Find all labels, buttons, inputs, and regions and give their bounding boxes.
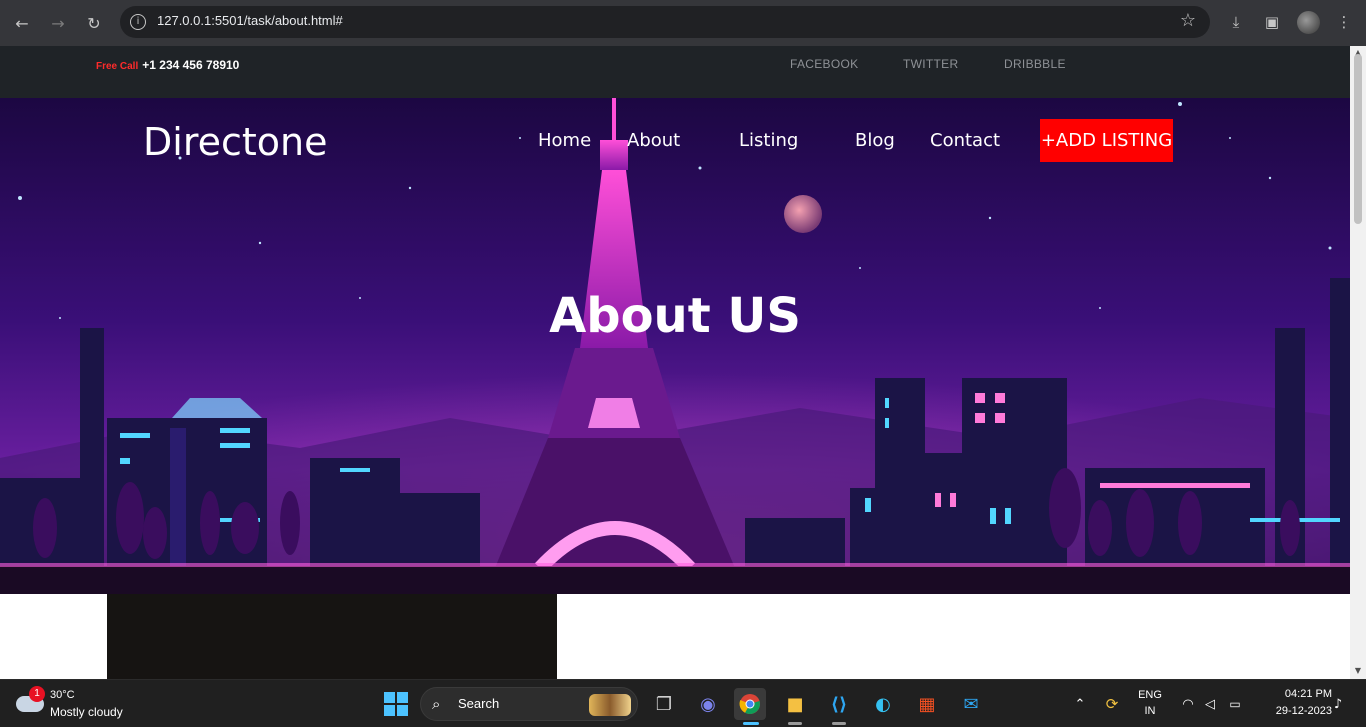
back-icon[interactable]: ←	[10, 11, 34, 35]
twitter-link[interactable]: TWITTER	[903, 57, 958, 71]
reload-icon[interactable]: ↻	[82, 11, 106, 35]
download-icon[interactable]: ⤓	[1224, 10, 1248, 34]
facebook-link[interactable]: FACEBOOK	[790, 57, 858, 71]
dribbble-link[interactable]: DRIBBBLE	[1004, 57, 1066, 71]
weather-condition: Mostly cloudy	[50, 705, 123, 719]
chrome-icon[interactable]	[734, 688, 766, 720]
profile-avatar[interactable]	[1297, 11, 1320, 34]
windows-logo-icon	[384, 692, 408, 716]
windows-taskbar: 1 30°C Mostly cloudy ⌕ Search ❐ ◉ ■ ⟨⟩ ◐…	[0, 679, 1366, 727]
sync-icon[interactable]: ⟳	[1096, 688, 1128, 720]
address-bar[interactable]: i 127.0.0.1:5501/task/about.html# ☆	[120, 6, 1210, 38]
site-logo[interactable]: Directone	[143, 120, 328, 164]
show-hidden-icons-chevron-icon[interactable]: ⌃	[1064, 688, 1096, 720]
side-panel-icon[interactable]: ▣	[1260, 10, 1284, 34]
call-info: Free Call +1 234 456 78910	[96, 56, 239, 74]
nav-blog[interactable]: Blog	[855, 130, 895, 151]
teams-chat-icon[interactable]: ◉	[692, 688, 724, 720]
url-text[interactable]: 127.0.0.1:5501/task/about.html#	[157, 13, 343, 28]
menu-kebab-icon[interactable]: ⋮	[1332, 10, 1356, 34]
nav-home[interactable]: Home	[538, 130, 591, 151]
forward-icon[interactable]: →	[46, 11, 70, 35]
chrome-active-indicator	[743, 722, 759, 725]
scroll-down-icon[interactable]: ▼	[1353, 666, 1363, 675]
hero-banner: Directone Home About Listing Blog Contac…	[0, 98, 1350, 594]
region-indicator[interactable]: IN	[1134, 705, 1166, 717]
notification-badge: 1	[29, 686, 45, 702]
language-indicator[interactable]: ENG	[1134, 689, 1166, 701]
nav-listing[interactable]: Listing	[739, 130, 798, 151]
clock-date[interactable]: 29-12-2023	[1256, 705, 1332, 717]
chrome-logo	[739, 694, 760, 715]
clock-time[interactable]: 04:21 PM	[1256, 688, 1332, 700]
start-button[interactable]	[380, 688, 412, 720]
battery-icon[interactable]: ▭	[1219, 688, 1251, 720]
phone-number[interactable]: +1 234 456 78910	[142, 58, 239, 72]
scrollbar-thumb[interactable]	[1354, 54, 1362, 224]
bookmark-star-icon[interactable]: ☆	[1180, 10, 1196, 31]
explorer-running-indicator	[788, 722, 802, 725]
about-image	[107, 594, 557, 679]
microsoft-store-icon[interactable]: ▦	[911, 688, 943, 720]
notification-bell-icon[interactable]: ♪	[1326, 688, 1350, 720]
page-title: About US	[549, 288, 801, 344]
site-info-icon[interactable]: i	[130, 14, 146, 30]
taskbar-search[interactable]: ⌕ Search	[420, 687, 638, 721]
search-label: Search	[458, 696, 500, 711]
search-icon: ⌕	[432, 695, 441, 713]
temperature: 30°C	[50, 689, 75, 701]
task-view-icon[interactable]: ❐	[648, 688, 680, 720]
nav-about[interactable]: About	[627, 130, 680, 151]
page-viewport: Free Call +1 234 456 78910 FACEBOOK TWITT…	[0, 46, 1350, 679]
vscode-icon[interactable]: ⟨⟩	[823, 688, 855, 720]
city-night-illustration	[0, 98, 1350, 594]
file-explorer-icon[interactable]: ■	[779, 688, 811, 720]
edge-icon[interactable]: ◐	[867, 688, 899, 720]
browser-toolbar: ← → ↻ i 127.0.0.1:5501/task/about.html# …	[0, 0, 1366, 46]
nav-contact[interactable]: Contact	[930, 130, 1000, 151]
add-listing-button[interactable]: +ADD LISTING	[1040, 119, 1173, 162]
search-highlight-art	[589, 694, 631, 716]
mail-icon[interactable]: ✉	[955, 688, 987, 720]
free-call-label: Free Call	[96, 61, 139, 72]
page-scrollbar[interactable]: ▲ ▼	[1350, 46, 1366, 679]
vscode-running-indicator	[832, 722, 846, 725]
top-info-bar: Free Call +1 234 456 78910 FACEBOOK TWITT…	[0, 46, 1350, 98]
